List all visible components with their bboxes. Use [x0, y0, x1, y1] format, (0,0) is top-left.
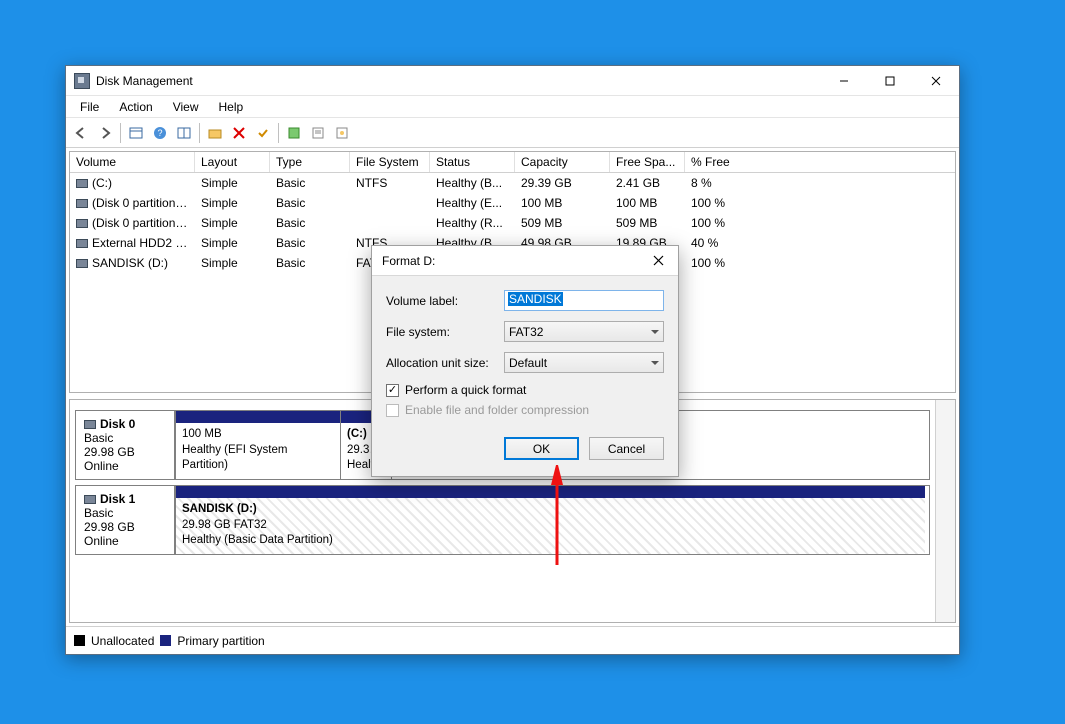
menu-file[interactable]: File [72, 98, 107, 116]
disk-icon [84, 495, 96, 504]
dialog-titlebar: Format D: [372, 246, 678, 276]
label-volume: Volume label: [386, 294, 504, 308]
col-fs[interactable]: File System [350, 152, 430, 172]
col-status[interactable]: Status [430, 152, 515, 172]
volume-icon [76, 179, 88, 188]
volume-row[interactable]: (Disk 0 partition 1)SimpleBasicHealthy (… [70, 193, 955, 213]
help-icon[interactable]: ? [149, 122, 171, 144]
delete-icon[interactable] [228, 122, 250, 144]
back-icon[interactable] [70, 122, 92, 144]
toolbar: ? [66, 118, 959, 148]
legend-primary-swatch [160, 635, 171, 646]
dialog-close-button[interactable] [638, 246, 678, 276]
layout-icon[interactable] [173, 122, 195, 144]
checkbox-compression [386, 404, 399, 417]
details-icon[interactable] [125, 122, 147, 144]
legend-unallocated-swatch [74, 635, 85, 646]
ok-button[interactable]: OK [504, 437, 579, 460]
check-icon[interactable] [252, 122, 274, 144]
legend-primary-label: Primary partition [177, 634, 264, 648]
select-allocation-unit-size[interactable]: Default [504, 352, 664, 373]
label-quick-format: Perform a quick format [405, 383, 526, 397]
disk-row: Disk 1 Basic29.98 GBOnline SANDISK (D:)2… [75, 485, 930, 555]
cancel-button[interactable]: Cancel [589, 437, 664, 460]
label-aus: Allocation unit size: [386, 356, 504, 370]
menu-view[interactable]: View [165, 98, 207, 116]
volume-row[interactable]: (Disk 0 partition 4)SimpleBasicHealthy (… [70, 213, 955, 233]
volume-row[interactable]: (C:)SimpleBasicNTFSHealthy (B...29.39 GB… [70, 173, 955, 193]
input-volume-label[interactable]: SANDISK [504, 290, 664, 311]
window-title: Disk Management [96, 74, 193, 88]
format-dialog: Format D: Volume label: SANDISK File sys… [371, 245, 679, 477]
label-fs: File system: [386, 325, 504, 339]
minimize-button[interactable] [821, 66, 867, 96]
col-volume[interactable]: Volume [70, 152, 195, 172]
legend-unallocated-label: Unallocated [91, 634, 154, 648]
col-layout[interactable]: Layout [195, 152, 270, 172]
col-free[interactable]: Free Spa... [610, 152, 685, 172]
refresh-icon[interactable] [283, 122, 305, 144]
menu-help[interactable]: Help [211, 98, 252, 116]
close-button[interactable] [913, 66, 959, 96]
select-file-system[interactable]: FAT32 [504, 321, 664, 342]
partition[interactable]: SANDISK (D:)29.98 GB FAT32Healthy (Basic… [175, 486, 925, 554]
dialog-title: Format D: [382, 254, 435, 268]
wizard-icon[interactable] [331, 122, 353, 144]
col-type[interactable]: Type [270, 152, 350, 172]
volume-header: Volume Layout Type File System Status Ca… [70, 152, 955, 173]
disk-label[interactable]: Disk 0 Basic29.98 GBOnline [75, 410, 175, 480]
settings-icon[interactable] [204, 122, 226, 144]
checkbox-quick-format[interactable] [386, 384, 399, 397]
disk-label[interactable]: Disk 1 Basic29.98 GBOnline [75, 485, 175, 555]
maximize-button[interactable] [867, 66, 913, 96]
svg-text:?: ? [157, 128, 162, 138]
volume-icon [76, 219, 88, 228]
properties-icon[interactable] [307, 122, 329, 144]
volume-icon [76, 259, 88, 268]
partition[interactable]: 100 MBHealthy (EFI System Partition) [175, 411, 340, 479]
menu-action[interactable]: Action [111, 98, 160, 116]
menu-bar: File Action View Help [66, 96, 959, 118]
chevron-down-icon [651, 361, 659, 369]
scrollbar[interactable] [935, 400, 955, 622]
forward-icon[interactable] [94, 122, 116, 144]
disk-icon [84, 420, 96, 429]
legend: Unallocated Primary partition [66, 626, 959, 654]
label-compression: Enable file and folder compression [405, 403, 589, 417]
col-pctfree[interactable]: % Free [685, 152, 755, 172]
volume-icon [76, 239, 88, 248]
col-capacity[interactable]: Capacity [515, 152, 610, 172]
chevron-down-icon [651, 330, 659, 338]
app-icon [74, 73, 90, 89]
titlebar: Disk Management [66, 66, 959, 96]
volume-icon [76, 199, 88, 208]
